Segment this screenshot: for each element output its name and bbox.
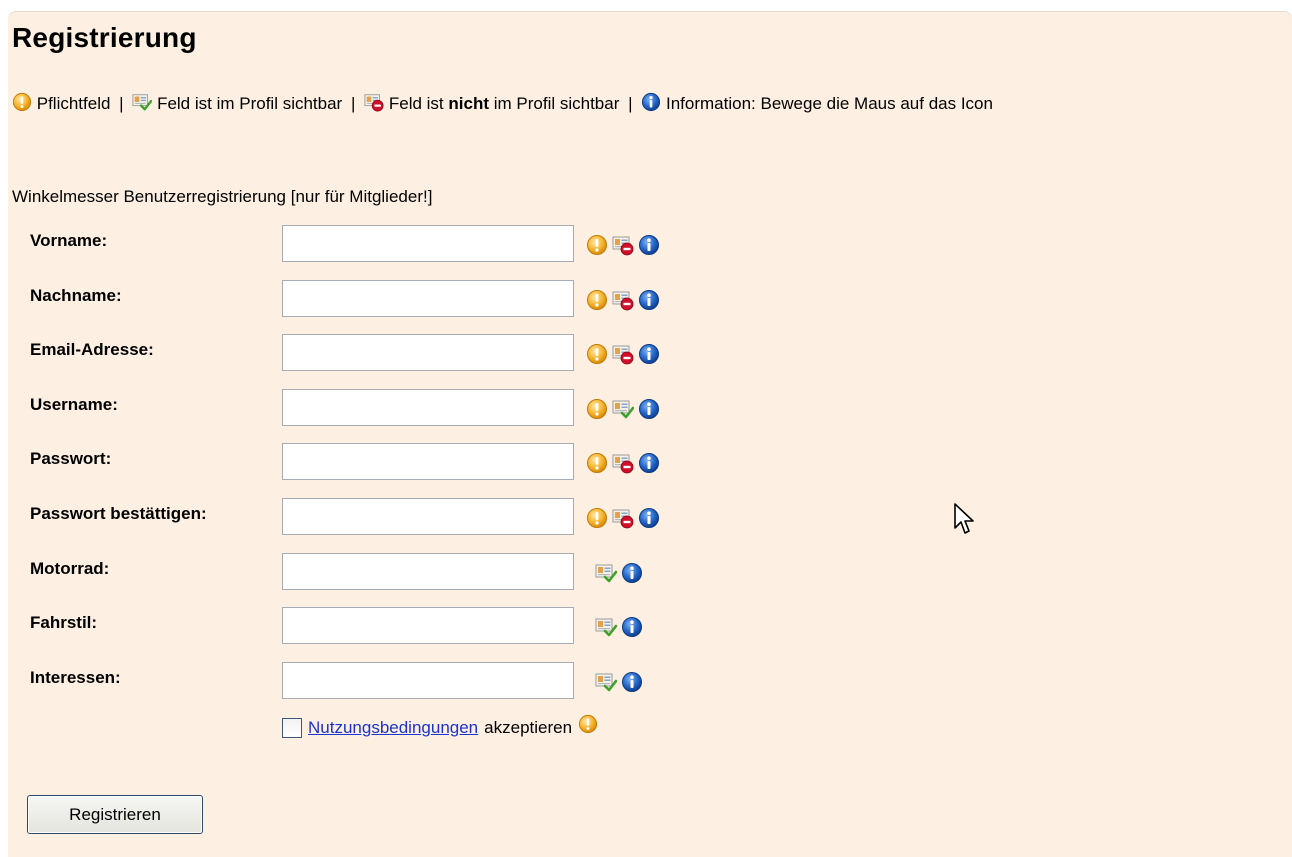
field-icons — [595, 562, 643, 584]
form-row: Motorrad: — [12, 553, 812, 593]
form-row: Fahrstil: — [12, 607, 812, 647]
info-icon[interactable] — [638, 289, 660, 311]
profile-visible-icon — [132, 92, 153, 110]
form-row: Email-Adresse: — [12, 334, 812, 374]
field-input[interactable] — [282, 280, 574, 317]
field-input[interactable] — [282, 443, 574, 480]
form-intro: Winkelmesser Benutzerregistrierung [nur … — [12, 187, 433, 206]
info-icon[interactable] — [638, 234, 660, 256]
field-label: Vorname: — [30, 231, 108, 250]
terms-row: Nutzungsbedingungen akzeptieren — [282, 718, 598, 738]
exclamation-icon — [586, 343, 608, 365]
field-label: Motorrad: — [30, 559, 110, 578]
profile-visible-icon — [595, 562, 617, 583]
form-row: Passwort bestättigen: — [12, 498, 812, 538]
profile-visible-icon — [595, 671, 617, 692]
field-input[interactable] — [282, 498, 574, 535]
profile-visible-icon — [595, 616, 617, 637]
terms-link[interactable]: Nutzungsbedingungen — [308, 718, 478, 738]
legend-not-visible-bold: nicht — [448, 94, 489, 113]
info-icon[interactable] — [638, 452, 660, 474]
legend-info: Information: Bewege die Maus auf das Ico… — [666, 94, 993, 113]
field-icons — [595, 616, 643, 638]
exclamation-icon — [578, 714, 598, 734]
info-icon — [641, 92, 661, 112]
registration-panel — [8, 12, 1292, 857]
field-label: Passwort bestättigen: — [30, 504, 207, 523]
legend-not-visible-post: im Profil sichtbar — [493, 94, 620, 113]
exclamation-icon — [12, 92, 32, 112]
legend: Pflichtfeld | Feld ist im Profil sichtba… — [12, 90, 1274, 117]
form-row: Passwort: — [12, 443, 812, 483]
field-label: Fahrstil: — [30, 613, 98, 632]
field-label: Passwort: — [30, 449, 112, 468]
field-icons — [586, 343, 660, 365]
terms-text: akzeptieren — [484, 718, 573, 737]
field-icons — [586, 289, 660, 311]
field-input[interactable] — [282, 607, 574, 644]
profile-hidden-icon — [612, 289, 634, 311]
field-label: Nachname: — [30, 286, 122, 305]
exclamation-icon — [586, 398, 608, 420]
field-label: Username: — [30, 395, 118, 414]
profile-hidden-icon — [612, 507, 634, 529]
form-row: Nachname: — [12, 280, 812, 320]
legend-not-visible-pre: Feld ist — [388, 94, 444, 113]
info-icon[interactable] — [621, 616, 643, 638]
terms-checkbox[interactable] — [282, 718, 302, 738]
field-input[interactable] — [282, 662, 574, 699]
exclamation-icon — [586, 452, 608, 474]
info-icon[interactable] — [621, 671, 643, 693]
page-title: Registrierung — [12, 22, 197, 53]
field-icons — [586, 398, 660, 420]
field-input[interactable] — [282, 225, 574, 262]
profile-visible-icon — [612, 398, 634, 419]
field-input[interactable] — [282, 389, 574, 426]
field-label: Interessen: — [30, 668, 121, 687]
profile-hidden-icon — [612, 343, 634, 365]
info-icon[interactable] — [638, 398, 660, 420]
mouse-cursor-icon — [954, 503, 974, 534]
info-icon[interactable] — [621, 562, 643, 584]
field-icons — [586, 452, 660, 474]
exclamation-icon — [586, 234, 608, 256]
info-icon[interactable] — [638, 343, 660, 365]
legend-required: Pflichtfeld — [36, 94, 111, 113]
field-input[interactable] — [282, 334, 574, 371]
field-input[interactable] — [282, 553, 574, 590]
info-icon[interactable] — [638, 507, 660, 529]
field-icons — [586, 507, 660, 529]
field-icons — [595, 671, 643, 693]
field-icons — [586, 234, 660, 256]
form-row: Username: — [12, 389, 812, 429]
field-label: Email-Adresse: — [30, 340, 154, 359]
form-row: Interessen: — [12, 662, 812, 702]
exclamation-icon — [586, 289, 608, 311]
exclamation-icon — [586, 507, 608, 529]
profile-hidden-icon — [612, 452, 634, 474]
profile-hidden-icon — [612, 234, 634, 256]
profile-hidden-icon — [364, 92, 384, 111]
legend-visible: Feld ist im Profil sichtbar — [157, 94, 343, 113]
register-button[interactable]: Registrieren — [27, 795, 203, 834]
form-row: Vorname: — [12, 225, 812, 265]
